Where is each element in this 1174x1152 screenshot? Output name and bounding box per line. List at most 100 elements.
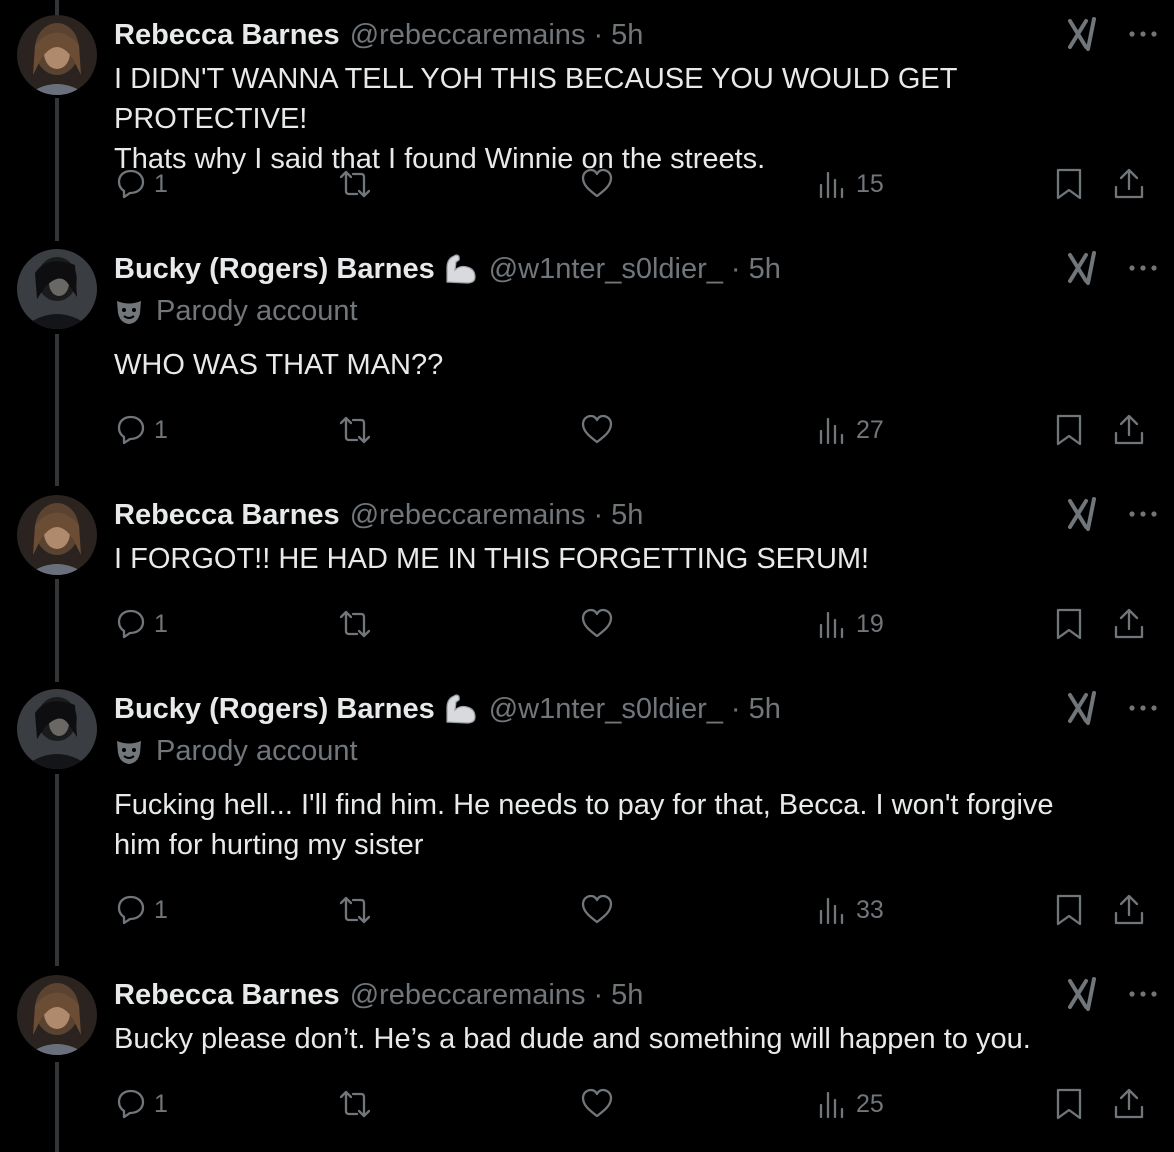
timestamp[interactable]: 5h: [611, 979, 643, 1012]
reply-button[interactable]: 1: [114, 410, 168, 450]
share-button[interactable]: [1112, 1084, 1146, 1124]
views-icon: [819, 897, 844, 925]
more-icon[interactable]: [1126, 497, 1160, 531]
display-name[interactable]: Rebecca Barnes: [114, 979, 340, 1012]
like-icon: [581, 1088, 613, 1118]
share-button[interactable]: [1112, 890, 1146, 930]
retweet-button[interactable]: [338, 1084, 372, 1124]
handle[interactable]: @w1nter_s0ldier_: [489, 253, 723, 286]
retweet-button[interactable]: [338, 604, 372, 644]
retweet-icon: [339, 610, 371, 638]
grok-icon[interactable]: [1066, 17, 1104, 51]
reply-icon: [117, 895, 145, 925]
more-icon[interactable]: [1126, 17, 1160, 51]
share-button[interactable]: [1112, 604, 1146, 644]
mask-icon: [117, 300, 141, 324]
avatar[interactable]: [17, 15, 97, 95]
views-button[interactable]: 19: [816, 604, 884, 644]
bookmark-button[interactable]: [1052, 604, 1086, 644]
handle[interactable]: @rebeccaremains: [350, 499, 586, 532]
handle[interactable]: @rebeccaremains: [350, 979, 586, 1012]
retweet-button[interactable]: [338, 410, 372, 450]
bookmark-icon: [1056, 608, 1082, 640]
like-button[interactable]: [580, 410, 614, 450]
avatar[interactable]: [17, 975, 97, 1055]
tweet-text: Bucky please don’t. He’s a bad dude and …: [114, 1019, 1154, 1059]
retweet-button[interactable]: [338, 890, 372, 930]
more-icon[interactable]: [1126, 691, 1160, 725]
like-button[interactable]: [580, 890, 614, 930]
parody-label: Parody account: [114, 295, 358, 328]
more-icon[interactable]: [1126, 977, 1160, 1011]
retweet-button[interactable]: [338, 164, 372, 204]
grok-icon[interactable]: [1066, 497, 1104, 531]
display-name[interactable]: Bucky (Rogers) Barnes: [114, 253, 435, 286]
views-count: 19: [856, 609, 884, 638]
views-button[interactable]: 15: [816, 164, 884, 204]
reply-count: 1: [154, 609, 168, 638]
views-count: 15: [856, 169, 884, 198]
more-icon[interactable]: [1126, 251, 1160, 285]
timestamp[interactable]: 5h: [749, 253, 781, 286]
retweet-icon: [339, 170, 371, 198]
tweet-top-actions: [1066, 497, 1160, 531]
reply-button[interactable]: 1: [114, 164, 168, 204]
display-name[interactable]: Bucky (Rogers) Barnes: [114, 693, 435, 726]
tweet-top-actions: [1066, 691, 1160, 725]
reply-icon: [117, 169, 145, 199]
bookmark-button[interactable]: [1052, 164, 1086, 204]
reply-button[interactable]: 1: [114, 1084, 168, 1124]
handle[interactable]: @rebeccaremains: [350, 19, 586, 52]
display-name[interactable]: Rebecca Barnes: [114, 19, 340, 52]
bookmark-button[interactable]: [1052, 890, 1086, 930]
share-button[interactable]: [1112, 410, 1146, 450]
timestamp[interactable]: 5h: [749, 693, 781, 726]
parody-account-text: Parody account: [156, 295, 358, 327]
display-name[interactable]: Rebecca Barnes: [114, 499, 340, 532]
thread-line: [55, 98, 59, 241]
views-count: 25: [856, 1089, 884, 1118]
share-button[interactable]: [1112, 164, 1146, 204]
grok-icon[interactable]: [1066, 977, 1104, 1011]
bookmark-button[interactable]: [1052, 410, 1086, 450]
tweet-top-actions: [1066, 977, 1160, 1011]
timestamp[interactable]: 5h: [611, 19, 643, 52]
views-button[interactable]: 27: [816, 410, 884, 450]
tweet-text-line: WHO WAS THAT MAN??: [114, 349, 444, 381]
like-icon: [581, 608, 613, 638]
reply-button[interactable]: 1: [114, 604, 168, 644]
separator-dot: ·: [730, 692, 741, 725]
separator-dot: ·: [730, 252, 741, 285]
share-icon: [1114, 608, 1144, 639]
retweet-icon: [339, 896, 371, 924]
avatar[interactable]: [17, 495, 97, 575]
reply-icon: [117, 1089, 145, 1119]
tweet-header: Rebecca Barnes @rebeccaremains · 5h: [114, 975, 643, 1015]
thread-line: [55, 1062, 59, 1152]
like-button[interactable]: [580, 1084, 614, 1124]
views-button[interactable]: 25: [816, 1084, 884, 1124]
like-icon: [581, 894, 613, 924]
like-button[interactable]: [580, 164, 614, 204]
tweet-header: Rebecca Barnes @rebeccaremains · 5h: [114, 15, 643, 55]
grok-icon[interactable]: [1066, 251, 1104, 285]
avatar[interactable]: [17, 689, 97, 769]
share-icon: [1114, 1088, 1144, 1119]
like-icon: [581, 414, 613, 444]
views-button[interactable]: 33: [816, 890, 884, 930]
views-icon: [819, 417, 844, 445]
separator-dot: ·: [593, 978, 604, 1011]
grok-icon[interactable]: [1066, 691, 1104, 725]
tweet-text: I FORGOT!! HE HAD ME IN THIS FORGETTING …: [114, 539, 1154, 579]
avatar[interactable]: [17, 249, 97, 329]
reply-button[interactable]: 1: [114, 890, 168, 930]
bookmark-icon: [1056, 1088, 1082, 1120]
like-button[interactable]: [580, 604, 614, 644]
timestamp[interactable]: 5h: [611, 499, 643, 532]
handle[interactable]: @w1nter_s0ldier_: [489, 693, 723, 726]
bookmark-icon: [1056, 414, 1082, 446]
bookmark-icon: [1056, 168, 1082, 200]
mask-icon: [117, 740, 141, 764]
thread-line: [55, 334, 59, 486]
bookmark-button[interactable]: [1052, 1084, 1086, 1124]
